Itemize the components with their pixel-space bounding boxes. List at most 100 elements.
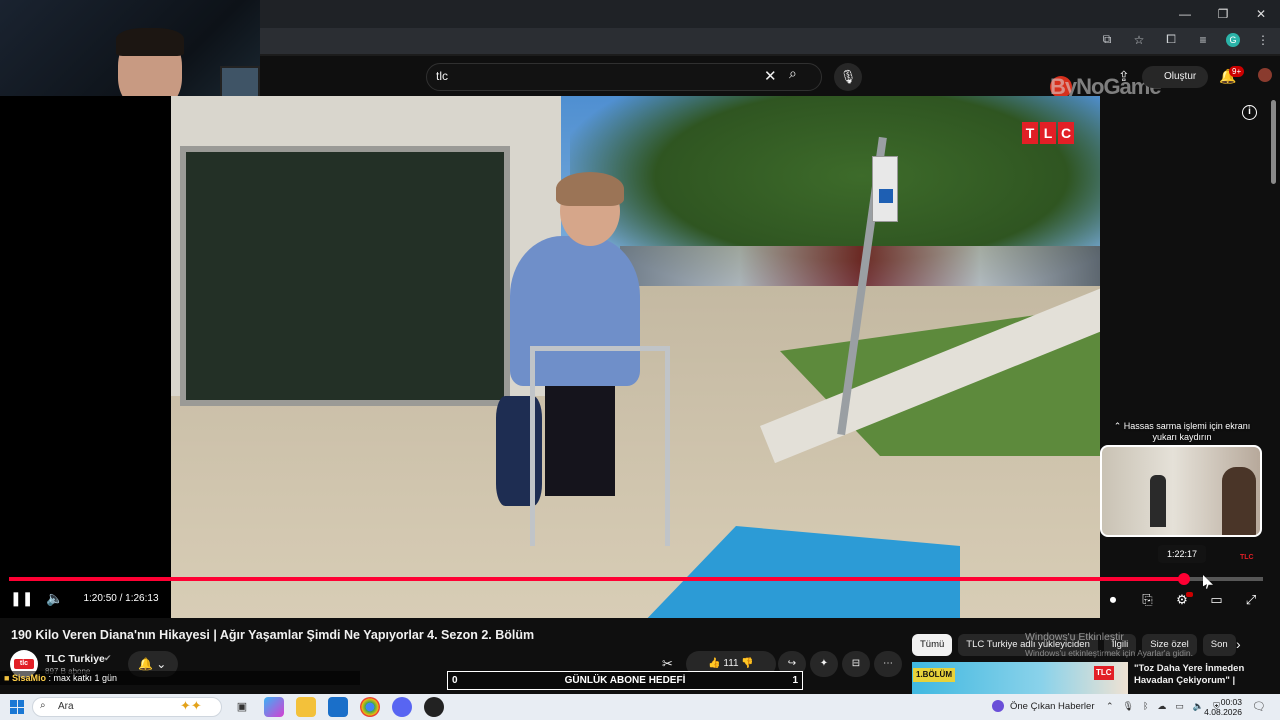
account-avatar[interactable] — [1258, 68, 1272, 82]
file-explorer-icon[interactable] — [296, 697, 316, 717]
like-count: 111 — [723, 658, 739, 669]
discord-icon[interactable] — [392, 697, 412, 717]
fullscreen-icon[interactable]: ⤢ — [1240, 589, 1262, 611]
verified-icon: ✔ — [104, 653, 112, 663]
tlc-channel-logo: T L C — [1022, 122, 1074, 144]
notification-center-icon[interactable]: 🗨 — [1252, 700, 1266, 713]
rec-brand-text: TLC — [1094, 666, 1114, 680]
chip-recent[interactable]: Son — [1202, 634, 1236, 656]
autoplay-toggle-icon[interactable]: ⏺ — [1102, 589, 1124, 611]
microphone-tray-icon[interactable]: 🎙 — [1123, 701, 1134, 712]
onedrive-icon[interactable]: ☁ — [1157, 701, 1166, 712]
tray-overflow-icon[interactable]: ⌃ — [1106, 701, 1114, 712]
player-right-controls: ⏺ ⎘ ⚙ ▭ ⤢ — [1102, 589, 1262, 611]
streamer-hair — [116, 28, 184, 56]
chat-username: SisaMio — [11, 673, 46, 683]
chevron-right-icon[interactable]: › — [1236, 636, 1241, 652]
tlc-letter: C — [1058, 122, 1074, 144]
theater-mode-icon[interactable]: ▭ — [1206, 589, 1228, 611]
preview-person — [1222, 467, 1256, 535]
chat-badge-icon: ■ — [4, 673, 10, 683]
video-frame-parking-sign — [872, 156, 898, 222]
subtitles-icon[interactable]: ⎘ — [1137, 589, 1159, 611]
bluetooth-icon[interactable]: ᛒ — [1143, 701, 1148, 712]
outlook-icon[interactable] — [328, 697, 348, 717]
seek-preview-thumbnail — [1100, 445, 1262, 537]
task-view-icon[interactable]: ▣ — [232, 697, 252, 717]
microphone-icon[interactable]: 🎙 — [834, 63, 862, 91]
taskbar-apps: ▣ — [232, 697, 444, 717]
seek-hint: ⌃ Hassas sarma işlemi için ekranı yukarı… — [1113, 421, 1251, 442]
seek-preview-time: 1:22:17 — [1158, 545, 1206, 563]
create-button[interactable]: Oluştur — [1142, 66, 1208, 88]
profile-avatar[interactable]: G — [1226, 32, 1240, 47]
page-scrollbar[interactable] — [1271, 100, 1276, 184]
progress-scrubber[interactable] — [1178, 573, 1190, 585]
browser-menu-icon[interactable]: ⋮ — [1254, 33, 1272, 47]
taskbar-clock[interactable]: 00:03 4.08.2026 — [1198, 697, 1242, 717]
extensions-icon[interactable]: ⧠ — [1162, 32, 1180, 47]
recommendation-title[interactable]: "Toz Daha Yere İnmeden Havadan Çekiyorum… — [1134, 663, 1274, 687]
clock-date: 4.08.2026 — [1204, 707, 1242, 717]
progress-fill — [9, 577, 1184, 581]
chip-all[interactable]: Tümü — [912, 634, 953, 656]
chat-message: : max katkı 1 gün — [48, 673, 118, 683]
media-control-icon[interactable]: ≡ — [1194, 33, 1212, 47]
copilot-sparkle-icon[interactable]: ✦✦ — [180, 698, 202, 714]
news-widget-label[interactable]: Öne Çıkan Haberler — [990, 701, 1094, 712]
video-frame-walker — [530, 346, 670, 546]
browser-toolbar-icons: ⧉ ☆ ⧠ ≡ G ⋮ — [1098, 32, 1272, 47]
window-controls: — ❐ ✕ — [1166, 0, 1280, 28]
restore-icon[interactable]: ❐ — [1204, 0, 1242, 28]
notification-count-badge: 9+ — [1229, 66, 1245, 77]
more-actions-button[interactable]: ⋯ — [874, 651, 902, 677]
stream-chat-line: ■ SisaMio : max katkı 1 gün — [0, 671, 360, 685]
thumbs-down-icon[interactable]: 👎 — [741, 658, 753, 669]
tlc-letter: L — [1040, 122, 1056, 144]
clear-search-icon[interactable]: ✕ — [764, 67, 777, 85]
bookmark-star-icon[interactable]: ☆ — [1130, 33, 1148, 47]
minimize-icon[interactable]: — — [1166, 0, 1204, 28]
video-title: 190 Kilo Veren Diana'nın Hikayesi | Ağır… — [11, 628, 535, 642]
goal-label: GÜNLÜK ABONE HEDEFİ — [564, 675, 686, 686]
episode-badge: 1.BÖLÜM — [913, 668, 955, 682]
goal-target: 1 — [792, 675, 798, 686]
browser-address-bar[interactable]: ⧉ ☆ ⧠ ≡ G ⋮ — [260, 28, 1280, 56]
progress-bar[interactable] — [9, 577, 1263, 581]
ask-sparkle-button[interactable]: ✦ — [810, 651, 838, 677]
cast-icon[interactable]: ⇪ — [1118, 68, 1130, 85]
record-app-icon[interactable] — [424, 697, 444, 717]
windows-taskbar: ⌕ Ara ✦✦ ▣ Öne Çıkan Haberler ⌃ 🎙 ᛒ ☁ ▭ … — [0, 694, 1280, 720]
recommendation-brand-logo: TLC — [1094, 666, 1114, 680]
save-button[interactable]: ⊟ — [842, 651, 870, 677]
search-query: tlc — [436, 69, 448, 83]
preview-brand-logo: TLC — [1240, 554, 1254, 561]
taskbar-search-placeholder: Ara — [58, 701, 74, 712]
windows-start-icon[interactable] — [10, 700, 24, 714]
clock-time: 00:03 — [1220, 697, 1242, 707]
volume-icon[interactable]: 🔈 — [44, 590, 66, 610]
video-player[interactable] — [0, 96, 1100, 618]
thumbs-up-icon[interactable]: 👍 — [708, 658, 720, 669]
install-app-icon[interactable]: ⧉ — [1098, 32, 1116, 47]
info-icon[interactable]: i — [1242, 105, 1257, 120]
search-input[interactable] — [426, 63, 822, 91]
search-icon[interactable]: ⌕ — [789, 65, 817, 89]
close-icon[interactable]: ✕ — [1242, 0, 1280, 28]
channel-name[interactable]: TLC Turkiye — [45, 653, 105, 665]
pause-button[interactable]: ❚❚ — [10, 590, 33, 610]
video-frame-window — [180, 146, 510, 406]
network-icon[interactable]: ▭ — [1175, 701, 1184, 712]
preview-person — [1150, 475, 1166, 527]
windows-activation-title: Windows'u Etkinleştir — [1025, 631, 1124, 643]
clip-icon[interactable]: ✂ — [662, 656, 673, 672]
search-icon: ⌕ — [40, 700, 46, 711]
time-display: 1:20:50 / 1:26:13 — [76, 588, 166, 610]
chrome-icon[interactable] — [360, 697, 380, 717]
copilot-icon[interactable] — [264, 697, 284, 717]
tlc-letter: T — [1022, 122, 1038, 144]
video-frame-person-hair — [556, 172, 624, 206]
hd-badge — [1186, 592, 1193, 597]
windows-activation-subtitle: Windows'u etkinleştirmek için Ayarlar'a … — [1025, 648, 1193, 658]
seek-hint-text: Hassas sarma işlemi için ekranı yukarı k… — [1123, 421, 1251, 442]
